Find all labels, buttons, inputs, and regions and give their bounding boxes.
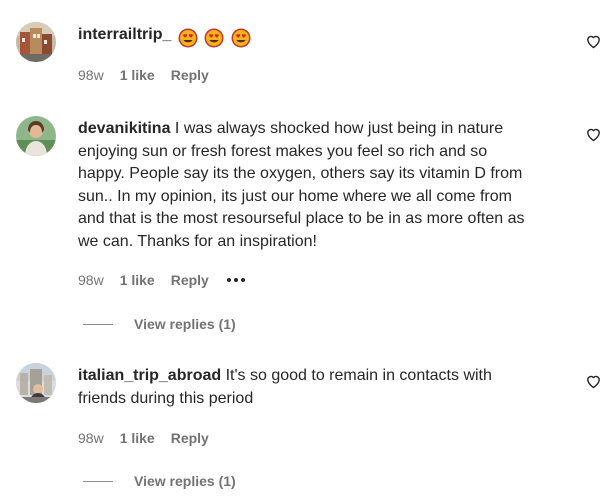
comment-text-line: sun.. In my opinion, its just our home w… (78, 187, 512, 205)
comment-text-line: It's so good to remain in contacts with (221, 367, 492, 384)
comment-time[interactable]: 98w (78, 272, 104, 288)
heart-eyes-emoji-icon (178, 28, 198, 48)
comment-body: italian_trip_abroad It's so good to rema… (78, 365, 578, 410)
comment-username[interactable]: interrailtrip_ (78, 26, 171, 43)
comment-likes[interactable]: 1 like (120, 430, 155, 446)
avatar-devanikitina[interactable] (16, 116, 56, 156)
more-options-icon[interactable] (225, 273, 247, 287)
view-replies-label[interactable]: View replies (1) (134, 316, 236, 332)
comment-text-line: friends during this period (78, 389, 254, 407)
comment-username[interactable]: italian_trip_abroad (78, 367, 221, 384)
comment-body: devanikitina I was always shocked how ju… (78, 118, 578, 253)
comment-text-line: and that is the most resourseful place t… (78, 210, 525, 227)
comment-likes[interactable]: 1 like (120, 67, 155, 83)
reply-button[interactable]: Reply (171, 67, 209, 83)
avatar-italian-trip-abroad[interactable] (16, 363, 56, 403)
comment-time[interactable]: 98w (78, 67, 104, 83)
divider-line (83, 323, 113, 325)
comment-text-line: I was always shocked how just being in n… (170, 120, 504, 137)
like-heart-icon[interactable] (585, 33, 602, 50)
comment-text-line: happy. People say its the oxygen, others… (78, 165, 523, 182)
emoji-group (178, 27, 253, 50)
comment-likes[interactable]: 1 like (120, 272, 155, 288)
comment-text-line: we can. Thanks for an inspiration! (78, 232, 317, 250)
heart-eyes-emoji-icon (204, 28, 224, 48)
avatar-interrailtrip[interactable] (16, 22, 56, 62)
reply-button[interactable]: Reply (171, 272, 209, 288)
comment-time[interactable]: 98w (78, 430, 104, 446)
comment-text-line: enjoying sun or fresh forest makes you f… (78, 142, 488, 160)
heart-eyes-emoji-icon (231, 28, 251, 48)
view-replies-label[interactable]: View replies (1) (134, 473, 236, 489)
comment-body: interrailtrip_ (78, 24, 578, 50)
comment-meta: 98w 1 like Reply (78, 430, 225, 446)
view-replies-button[interactable]: View replies (1) (83, 473, 236, 489)
like-heart-icon[interactable] (585, 373, 602, 390)
reply-button[interactable]: Reply (171, 430, 209, 446)
comment-meta: 98w 1 like Reply (78, 67, 225, 83)
comment-username[interactable]: devanikitina (78, 120, 170, 137)
comments-panel: interrailtrip_ 98w 1 like Reply devaniki… (0, 0, 616, 501)
view-replies-button[interactable]: View replies (1) (83, 316, 236, 332)
divider-line (83, 480, 113, 482)
comment-meta: 98w 1 like Reply (78, 272, 247, 288)
like-heart-icon[interactable] (585, 126, 602, 143)
